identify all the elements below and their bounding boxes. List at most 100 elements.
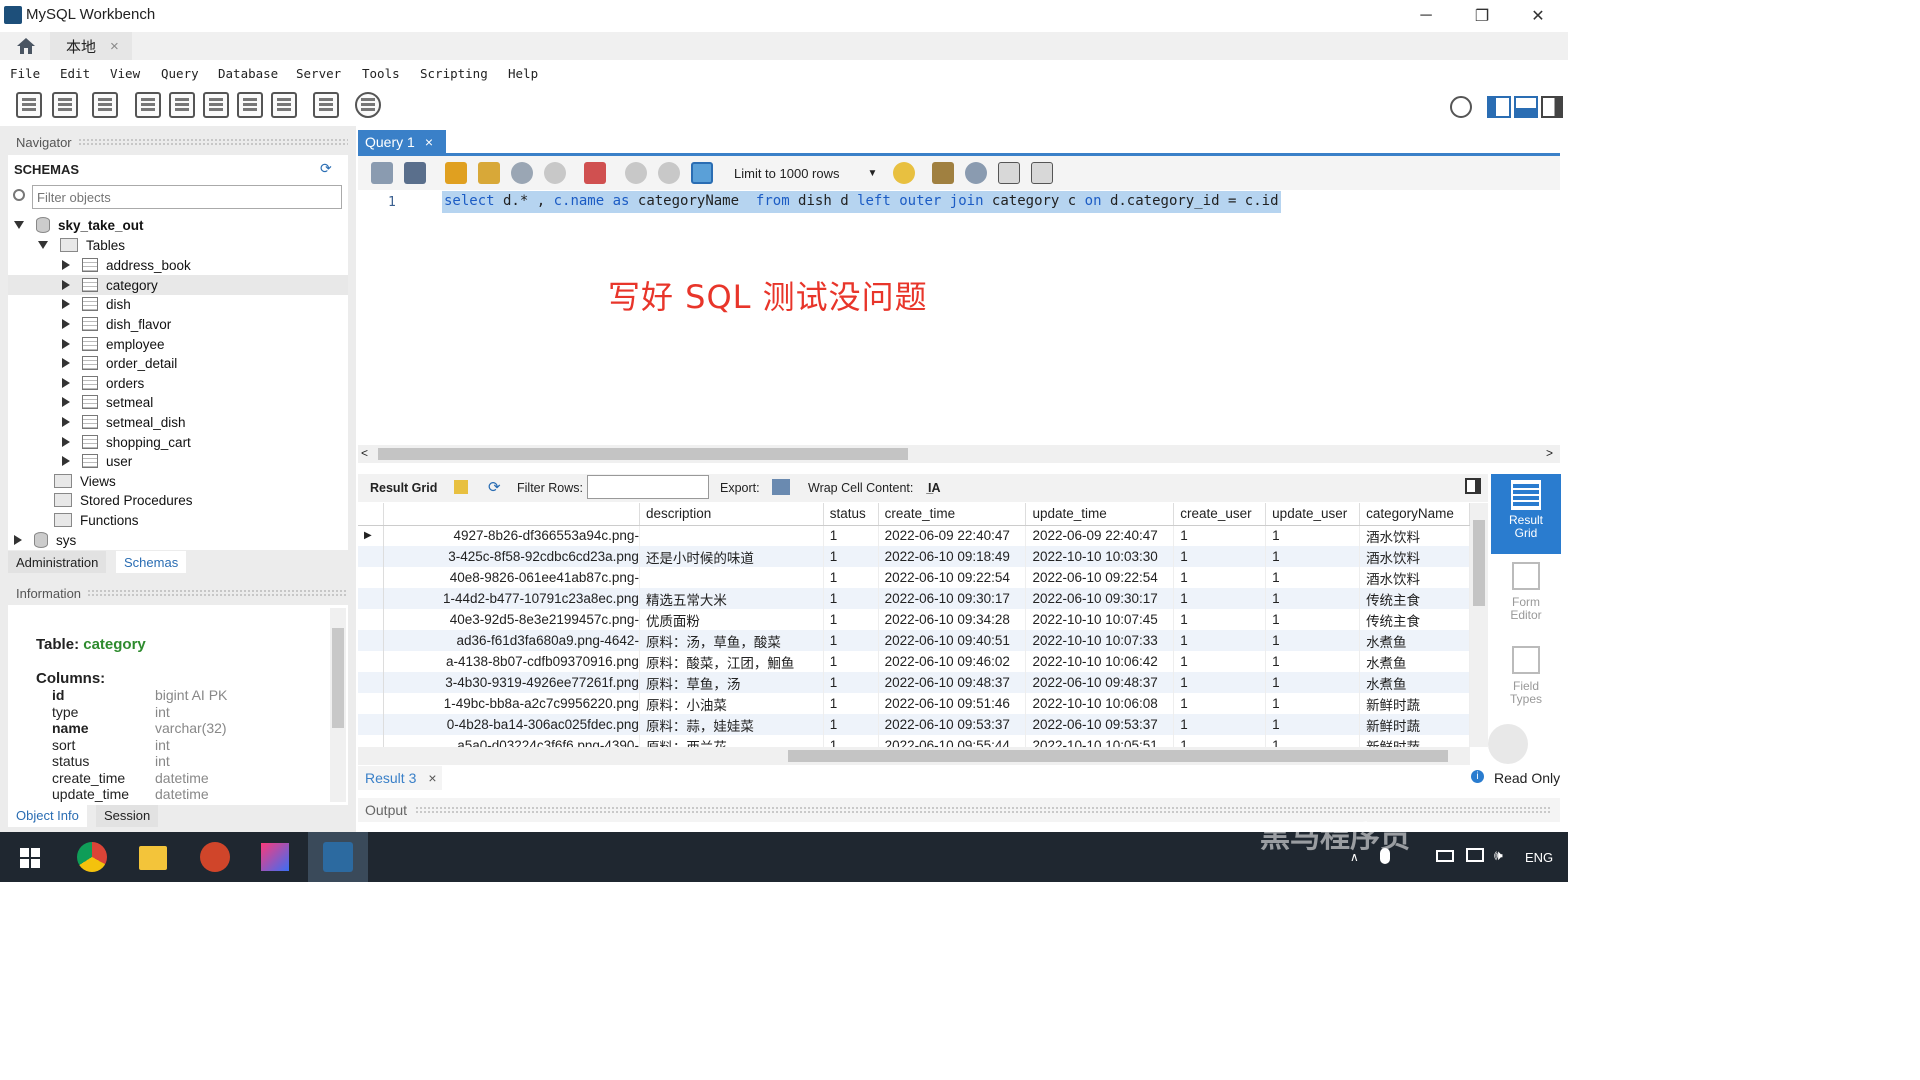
toggle-sidebar-icon[interactable] bbox=[1487, 96, 1511, 118]
table-cell[interactable]: 1 bbox=[1173, 567, 1267, 588]
table-cell[interactable]: 1 bbox=[1265, 525, 1361, 546]
microphone-icon[interactable] bbox=[1380, 848, 1390, 864]
limit-rows-select[interactable]: Limit to 1000 rows ▼ bbox=[730, 162, 878, 184]
table-cell[interactable]: 1 bbox=[1265, 714, 1361, 735]
table-cell[interactable]: 1 bbox=[1265, 630, 1361, 651]
table-cell[interactable]: 1 bbox=[1265, 546, 1361, 567]
table-cell[interactable]: 1 bbox=[1173, 735, 1267, 747]
table-cell[interactable]: 原料：小油菜 bbox=[639, 693, 824, 714]
table-cell[interactable]: 水煮鱼 bbox=[1359, 672, 1470, 693]
table-row[interactable]: a-4138-8b07-cdfb09370916.png 原料：酸菜，江团，鮰鱼 1… bbox=[358, 651, 1470, 672]
table-cell[interactable]: 1 bbox=[1173, 693, 1267, 714]
table-cell[interactable]: 2022-10-10 10:07:45 bbox=[1025, 609, 1175, 630]
table-cell[interactable]: 2022-10-10 10:06:08 bbox=[1025, 693, 1175, 714]
filter-objects-input[interactable] bbox=[32, 185, 342, 209]
create-procedure-icon[interactable] bbox=[237, 92, 263, 118]
table-cell[interactable]: 酒水饮料 bbox=[1359, 546, 1470, 567]
refresh-schemas-icon[interactable]: ⟳ bbox=[320, 160, 332, 177]
table-cell[interactable]: -40e3-92d5-8e3e2199457c.png bbox=[383, 609, 640, 630]
settings-gear-icon[interactable] bbox=[1450, 96, 1472, 118]
table-cell[interactable]: 1 bbox=[1173, 546, 1267, 567]
column-header[interactable]: update_time bbox=[1025, 503, 1175, 526]
table-cell[interactable]: 1 bbox=[823, 735, 879, 747]
table-cell[interactable]: 新鲜时蔬 bbox=[1359, 735, 1470, 747]
table-cell[interactable]: 2022-10-10 10:05:51 bbox=[1025, 735, 1175, 747]
table-cell[interactable]: 2022-06-10 09:48:37 bbox=[878, 672, 1027, 693]
row-marker[interactable] bbox=[358, 609, 385, 630]
table-cell[interactable]: 2022-06-10 09:46:02 bbox=[878, 651, 1027, 672]
rollback-icon[interactable] bbox=[658, 162, 680, 184]
menu-help[interactable]: Help bbox=[508, 66, 538, 81]
table-cell[interactable]: 2022-06-10 09:34:28 bbox=[878, 609, 1027, 630]
table-node-setmeal-dish[interactable]: setmeal_dish bbox=[62, 412, 186, 432]
collapse-arrow-icon[interactable] bbox=[62, 397, 70, 407]
create-view-icon[interactable] bbox=[203, 92, 229, 118]
table-cell[interactable]: 传统主食 bbox=[1359, 588, 1470, 609]
column-header[interactable]: description bbox=[639, 503, 824, 526]
table-cell[interactable]: 1 bbox=[823, 525, 879, 546]
column-header[interactable]: update_user bbox=[1265, 503, 1361, 526]
filter-rows-input[interactable] bbox=[587, 475, 709, 499]
table-cell[interactable]: 3-425c-8f58-92cdbc6cd23a.png bbox=[383, 546, 640, 567]
home-tab[interactable] bbox=[6, 32, 46, 60]
tab-query-1[interactable]: Query 1 × bbox=[358, 130, 446, 154]
toggle-secondary-sidebar-icon[interactable] bbox=[1541, 96, 1563, 118]
table-node-address-book[interactable]: address_book bbox=[62, 255, 191, 275]
network-icon[interactable] bbox=[1466, 848, 1484, 862]
table-row[interactable]: 0-4b28-ba14-306ac025fdec.png 原料：蒜，娃娃菜 1 202… bbox=[358, 714, 1470, 735]
column-header[interactable]: status bbox=[823, 503, 879, 526]
views-node[interactable]: Views bbox=[54, 471, 116, 491]
current-row-marker-icon[interactable]: ▶ bbox=[358, 525, 385, 546]
table-cell[interactable]: 2022-06-10 09:18:49 bbox=[878, 546, 1027, 567]
collapse-arrow-icon[interactable] bbox=[62, 280, 70, 290]
column-header[interactable]: create_user bbox=[1173, 503, 1267, 526]
menu-database[interactable]: Database bbox=[218, 66, 278, 81]
row-marker[interactable] bbox=[358, 693, 385, 714]
table-cell[interactable]: 1 bbox=[823, 609, 879, 630]
table-cell[interactable]: 2022-06-10 09:53:37 bbox=[1025, 714, 1175, 735]
collapse-arrow-icon[interactable] bbox=[14, 535, 22, 545]
battery-icon[interactable] bbox=[1436, 850, 1454, 862]
scroll-right-icon[interactable]: > bbox=[1546, 446, 1553, 460]
table-cell[interactable]: 3-4b30-9319-4926ee77261f.png bbox=[383, 672, 640, 693]
collapse-arrow-icon[interactable] bbox=[62, 299, 70, 309]
collapse-arrow-icon[interactable] bbox=[62, 339, 70, 349]
menu-query[interactable]: Query bbox=[161, 66, 199, 81]
row-marker[interactable] bbox=[358, 672, 385, 693]
export-icon[interactable] bbox=[772, 479, 790, 495]
row-marker[interactable] bbox=[358, 567, 385, 588]
collapse-arrow-icon[interactable] bbox=[62, 437, 70, 447]
table-cell[interactable]: 1 bbox=[1173, 588, 1267, 609]
connection-tab[interactable]: 本地 × bbox=[50, 32, 132, 60]
table-cell[interactable]: 1 bbox=[1173, 714, 1267, 735]
tab-result-3[interactable]: Result 3 × bbox=[358, 766, 442, 790]
functions-node[interactable]: Functions bbox=[54, 510, 139, 530]
reconnect-icon[interactable] bbox=[355, 92, 381, 118]
create-schema-icon[interactable] bbox=[135, 92, 161, 118]
powerpoint-icon[interactable] bbox=[200, 842, 230, 872]
menu-file[interactable]: File bbox=[10, 66, 40, 81]
tab-session[interactable]: Session bbox=[96, 805, 159, 827]
intellij-idea-icon[interactable] bbox=[261, 843, 289, 871]
table-cell[interactable]: 1 bbox=[1265, 651, 1361, 672]
create-function-icon[interactable] bbox=[271, 92, 297, 118]
table-node-category[interactable]: category bbox=[62, 275, 158, 295]
table-cell[interactable]: 1 bbox=[1173, 609, 1267, 630]
table-cell[interactable]: 原料：酸菜，江团，鮰鱼 bbox=[639, 651, 824, 672]
sql-editor[interactable] bbox=[358, 190, 1560, 445]
menu-edit[interactable]: Edit bbox=[60, 66, 90, 81]
table-row[interactable]: 3-4b30-9319-4926ee77261f.png 原料：草鱼，汤 1 2022… bbox=[358, 672, 1470, 693]
minimize-button[interactable]: ─ bbox=[1398, 0, 1454, 32]
table-cell[interactable]: 1 bbox=[823, 714, 879, 735]
table-cell[interactable]: 1 bbox=[1173, 525, 1267, 546]
restore-button[interactable]: ❐ bbox=[1454, 0, 1510, 32]
grid-horizontal-scrollbar-thumb[interactable] bbox=[788, 750, 1448, 762]
column-header[interactable]: create_time bbox=[878, 503, 1027, 526]
table-cell[interactable]: 1 bbox=[1265, 588, 1361, 609]
add-snippet-icon[interactable] bbox=[893, 162, 915, 184]
menu-server[interactable]: Server bbox=[296, 66, 341, 81]
table-cell[interactable]: 0-4b28-ba14-306ac025fdec.png bbox=[383, 714, 640, 735]
collapse-arrow-icon[interactable] bbox=[62, 260, 70, 270]
table-cell[interactable]: -4390-a5a0-d03224c3f6f6.png bbox=[383, 735, 640, 747]
table-cell[interactable]: 水煮鱼 bbox=[1359, 651, 1470, 672]
